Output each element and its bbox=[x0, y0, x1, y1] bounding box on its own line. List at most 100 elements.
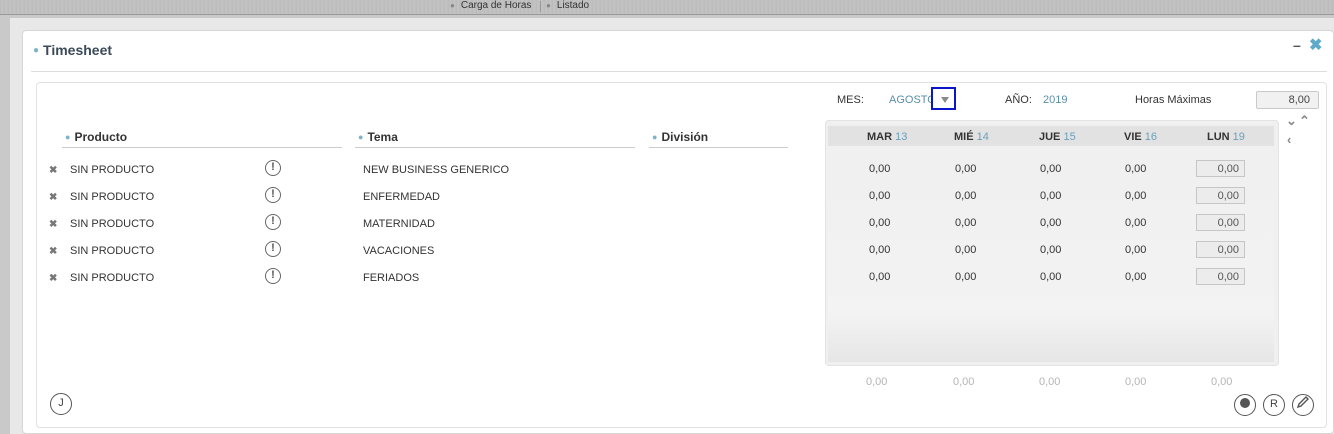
anio-label: AÑO: bbox=[1005, 94, 1032, 106]
chevron-left-icon[interactable]: ‹ bbox=[1287, 132, 1291, 147]
row-producto: SIN PRODUCTO bbox=[70, 164, 155, 176]
hours-cell[interactable]: 0,00 bbox=[1125, 271, 1146, 283]
warning-icon[interactable]: ! bbox=[265, 268, 281, 284]
mes-select[interactable]: AGOSTO bbox=[889, 94, 936, 106]
nav-item-carga-de-horas[interactable]: ● Carga de Horas bbox=[450, 0, 531, 12]
hours-cell[interactable]: 0,00 bbox=[1040, 244, 1061, 256]
warning-icon[interactable]: ! bbox=[265, 160, 281, 176]
column-divider bbox=[62, 147, 342, 148]
total-cell: 0,00 bbox=[1039, 376, 1061, 388]
warning-icon[interactable]: ! bbox=[265, 187, 281, 203]
column-header-division: ● División bbox=[652, 130, 708, 144]
column-header-label: Producto bbox=[74, 130, 128, 144]
remove-row-button[interactable]: ✖ bbox=[49, 165, 57, 176]
row-producto: SIN PRODUCTO bbox=[70, 218, 155, 230]
hours-cell[interactable]: 0,00 bbox=[869, 244, 890, 256]
row-tema: NEW BUSINESS GENERICO bbox=[363, 164, 510, 176]
hours-cell[interactable]: 0,00 bbox=[955, 190, 976, 202]
hours-input[interactable]: 0,00 bbox=[1196, 214, 1245, 231]
hours-cell[interactable]: 0,00 bbox=[869, 217, 890, 229]
record-button[interactable] bbox=[1234, 394, 1256, 416]
r-button[interactable]: R bbox=[1263, 394, 1285, 416]
remove-row-button[interactable]: ✖ bbox=[49, 219, 57, 230]
column-divider bbox=[355, 147, 635, 148]
hours-cell[interactable]: 0,00 bbox=[1040, 217, 1061, 229]
edit-button[interactable] bbox=[1292, 394, 1314, 416]
row-tema: FERIADOS bbox=[363, 272, 420, 284]
bullet-icon: ● bbox=[65, 132, 71, 142]
day-name: JUE bbox=[1039, 131, 1061, 143]
row-producto: SIN PRODUCTO bbox=[70, 191, 155, 203]
hours-input[interactable]: 0,00 bbox=[1196, 160, 1245, 177]
row-tema: ENFERMEDAD bbox=[363, 191, 441, 203]
row-tema: MATERNIDAD bbox=[363, 218, 435, 230]
hours-input[interactable]: 0,00 bbox=[1196, 187, 1245, 204]
hours-cell[interactable]: 0,00 bbox=[1125, 244, 1146, 256]
day-number: 19 bbox=[1232, 131, 1245, 143]
column-divider bbox=[649, 147, 788, 148]
pencil-icon bbox=[1296, 396, 1309, 409]
day-header-mar: MAR 13 bbox=[867, 131, 907, 143]
mes-label: MES: bbox=[837, 94, 864, 106]
column-header-label: Tema bbox=[367, 130, 398, 144]
day-name: MIÉ bbox=[954, 131, 974, 143]
minimize-button[interactable]: – bbox=[1293, 37, 1301, 53]
bullet-icon: ● bbox=[652, 132, 658, 142]
hours-input[interactable]: 0,00 bbox=[1196, 268, 1245, 285]
chevron-down-icon bbox=[941, 97, 949, 103]
hours-cell[interactable]: 0,00 bbox=[955, 271, 976, 283]
bullet-icon: ● bbox=[450, 1, 455, 10]
nav-item-label: Carga de Horas bbox=[460, 0, 532, 11]
horas-maximas-label: Horas Máximas bbox=[1135, 94, 1212, 106]
close-icon[interactable]: ✖ bbox=[1309, 35, 1322, 55]
day-name: VIE bbox=[1124, 131, 1142, 143]
hours-cell[interactable]: 0,00 bbox=[1125, 163, 1146, 175]
total-cell: 0,00 bbox=[1125, 376, 1147, 388]
hours-cell[interactable]: 0,00 bbox=[955, 244, 976, 256]
bullet-icon: ● bbox=[546, 1, 551, 10]
nav-item-label: Listado bbox=[556, 0, 590, 11]
hours-cell[interactable]: 0,00 bbox=[955, 217, 976, 229]
chevron-up-icon[interactable]: ⌃ bbox=[1299, 113, 1310, 129]
nav-separator bbox=[540, 1, 541, 12]
chevron-down-icon[interactable]: ⌄ bbox=[1286, 113, 1297, 129]
column-header-tema: ● Tema bbox=[358, 130, 398, 144]
day-number: 13 bbox=[895, 131, 908, 143]
column-header-producto: ● Producto bbox=[65, 130, 127, 144]
j-button[interactable]: J bbox=[50, 393, 72, 415]
day-name: MAR bbox=[867, 131, 893, 143]
warning-icon[interactable]: ! bbox=[265, 241, 281, 257]
hours-cell[interactable]: 0,00 bbox=[1040, 190, 1061, 202]
mes-dropdown-button[interactable] bbox=[931, 87, 956, 110]
day-header-jue: JUE 15 bbox=[1039, 131, 1076, 143]
window-title: ● Timesheet bbox=[33, 42, 112, 58]
remove-row-button[interactable]: ✖ bbox=[49, 273, 57, 284]
anio-select[interactable]: 2019 bbox=[1043, 94, 1067, 106]
hours-cell[interactable]: 0,00 bbox=[1040, 163, 1061, 175]
total-cell: 0,00 bbox=[953, 376, 975, 388]
hours-input[interactable]: 0,00 bbox=[1196, 241, 1245, 258]
total-cell: 0,00 bbox=[1211, 376, 1233, 388]
hours-cell[interactable]: 0,00 bbox=[1040, 271, 1061, 283]
row-producto: SIN PRODUCTO bbox=[70, 272, 155, 284]
row-producto: SIN PRODUCTO bbox=[70, 245, 155, 257]
column-header-label: División bbox=[661, 130, 709, 144]
remove-row-button[interactable]: ✖ bbox=[49, 246, 57, 257]
horas-maximas-input[interactable]: 8,00 bbox=[1256, 91, 1319, 109]
hours-cell[interactable]: 0,00 bbox=[869, 190, 890, 202]
hours-cell[interactable]: 0,00 bbox=[955, 163, 976, 175]
hours-cell[interactable]: 0,00 bbox=[869, 271, 890, 283]
bullet-icon: ● bbox=[358, 132, 364, 142]
hours-cell[interactable]: 0,00 bbox=[1125, 190, 1146, 202]
nav-item-listado[interactable]: ● Listado bbox=[546, 0, 589, 12]
warning-icon[interactable]: ! bbox=[265, 214, 281, 230]
day-number: 16 bbox=[1144, 131, 1158, 143]
day-header-mie: MIÉ 14 bbox=[954, 131, 989, 143]
remove-row-button[interactable]: ✖ bbox=[49, 192, 57, 203]
day-number: 14 bbox=[976, 131, 989, 143]
day-header-vie: VIE 16 bbox=[1124, 131, 1157, 143]
hours-cell[interactable]: 0,00 bbox=[869, 163, 890, 175]
hours-cell[interactable]: 0,00 bbox=[1125, 217, 1146, 229]
bullet-icon: ● bbox=[33, 45, 40, 56]
window-title-text: Timesheet bbox=[43, 42, 113, 58]
